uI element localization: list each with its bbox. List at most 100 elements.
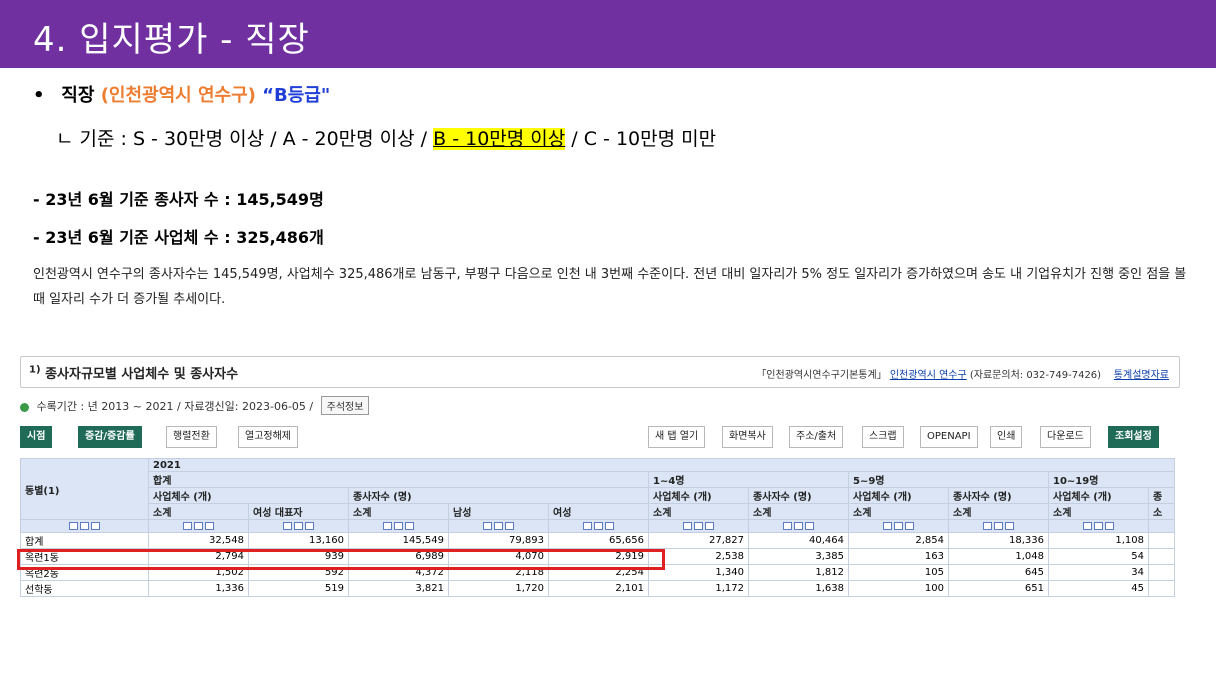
table-cell: 2,854 [848, 532, 949, 549]
table-cell: 13,160 [248, 532, 349, 549]
sort-controls[interactable] [548, 519, 649, 533]
table-cell [1148, 580, 1175, 597]
table-cell: 1,172 [648, 580, 749, 597]
bullet-dot: • [33, 85, 45, 106]
column-header: 소계 [948, 503, 1049, 520]
subgroup-header: 사업체수 (개) [648, 487, 749, 504]
table-cell: 79,893 [448, 532, 549, 549]
period-button[interactable]: 시점 [20, 426, 53, 448]
pivot-button[interactable]: 행렬전환 [166, 426, 217, 448]
toolbar: 시점 증감/증감률 행렬전환 열고정해제 새 탭 열기 화면복사 주소/출처 스… [20, 426, 1180, 448]
year-header: 2021 [148, 458, 1175, 472]
criteria-prefix: ㄴ 기준 : S - 30만명 이상 / A - 20만명 이상 / [56, 128, 428, 150]
table-cell [1148, 548, 1175, 565]
source-contact: (자료문의처: 032-749-7426) [969, 370, 1102, 381]
sort-controls[interactable] [248, 519, 349, 533]
table-cell: 27,827 [648, 532, 749, 549]
table-cell: 2,101 [548, 580, 649, 597]
sort-controls[interactable] [1048, 519, 1149, 533]
subgroup-header: 사업체수 (개) [1048, 487, 1149, 504]
column-header: 소계 [648, 503, 749, 520]
unfreeze-button[interactable]: 열고정해제 [238, 426, 298, 448]
total-row-highlight [17, 549, 665, 570]
openapi-button[interactable]: OPENAPI [920, 426, 978, 448]
description-link[interactable]: 통계설명자료 [1114, 370, 1169, 381]
panel-header: 1) 종사자규모별 사업체수 및 종사자수 「인천광역시연수구기본통계」 인천광… [20, 356, 1180, 388]
sort-controls[interactable] [348, 519, 449, 533]
stats-table: 동별(1) 2021 합계 1~4명 5~9명 10~19명 사업체수 (개) … [20, 458, 1175, 597]
query-settings-button[interactable]: 조회설정 [1108, 426, 1159, 448]
address-button[interactable]: 주소/출처 [789, 426, 844, 448]
group-header: 합계 [148, 471, 649, 488]
table-cell: 519 [248, 580, 349, 597]
panel-title-text: 종사자규모별 사업체수 및 종사자수 [45, 367, 239, 382]
note-button[interactable]: 주석정보 [320, 396, 370, 415]
change-rate-button[interactable]: 증감/증감률 [78, 426, 142, 448]
table-cell: 163 [848, 548, 949, 565]
table-cell: 1,048 [948, 548, 1049, 565]
criteria-suffix: / C - 10만명 미만 [571, 128, 717, 150]
column-header: 여성 대표자 [248, 503, 349, 520]
sort-controls[interactable] [648, 519, 749, 533]
column-header: 남성 [448, 503, 549, 520]
title-bar: 4. 입지평가 - 직장 [0, 0, 1216, 68]
bullet-label: 직장 [61, 85, 95, 106]
column-header: 여성 [548, 503, 649, 520]
table-cell: 1,812 [748, 564, 849, 581]
table-row: 선학동 1,336 519 3,821 1,720 2,101 1,172 1,638 100 6… [20, 580, 1175, 597]
table-cell: 1,336 [148, 580, 249, 597]
source-book: 「인천광역시연수구기본통계」 [756, 370, 887, 381]
period-icon [20, 402, 29, 412]
column-header: 소계 [848, 503, 949, 520]
table-cell: 40,464 [748, 532, 849, 549]
group-header: 10~19명 [1048, 471, 1175, 488]
sort-controls[interactable] [948, 519, 1049, 533]
print-button[interactable]: 인쇄 [990, 426, 1023, 448]
table-cell: 145,549 [348, 532, 449, 549]
summary-paragraph: 인천광역시 연수구의 종사자수는 145,549명, 사업체수 325,486개… [33, 267, 1187, 307]
column-header: 소계 [348, 503, 449, 520]
subgroup-header: 종 [1148, 487, 1175, 504]
table-row: 합계 32,548 13,160 145,549 79,893 65,656 27,827 4… [20, 532, 1175, 549]
sort-controls[interactable] [20, 519, 149, 533]
sort-controls[interactable] [848, 519, 949, 533]
table-cell: 34 [1048, 564, 1149, 581]
table-cell [1148, 564, 1175, 581]
screen-copy-button[interactable]: 화면복사 [722, 426, 773, 448]
table-cell: 18,336 [948, 532, 1049, 549]
subgroup-header: 종사자수 (명) [948, 487, 1049, 504]
table-cell: 105 [848, 564, 949, 581]
scrap-button[interactable]: 스크랩 [862, 426, 904, 448]
subgroup-header: 종사자수 (명) [348, 487, 649, 504]
sort-controls[interactable] [448, 519, 549, 533]
table-cell [1148, 532, 1175, 549]
sort-controls[interactable] [748, 519, 849, 533]
table-cell: 1,720 [448, 580, 549, 597]
stat-workers: - 23년 6월 기준 종사자 수 : 145,549명 [33, 190, 324, 209]
table-cell: 1,638 [748, 580, 849, 597]
subgroup-header: 사업체수 (개) [848, 487, 949, 504]
panel-source: 「인천광역시연수구기본통계」 인천광역시 연수구 (자료문의처: 032-749… [756, 366, 1169, 381]
sort-controls [1148, 519, 1175, 533]
period-info: 수록기간 : 년 2013 ~ 2021 / 자료갱신일: 2023-06-05… [20, 396, 370, 415]
bullet-region: (인천광역시 연수구) [100, 85, 256, 106]
sort-controls[interactable] [148, 519, 249, 533]
row-label: 선학동 [20, 580, 149, 597]
source-org-link[interactable]: 인천광역시 연수구 [890, 370, 967, 381]
new-tab-button[interactable]: 새 탭 열기 [648, 426, 706, 448]
panel-title-sup: 1) [29, 364, 41, 376]
table-cell: 3,385 [748, 548, 849, 565]
table-cell: 32,548 [148, 532, 249, 549]
table-cell: 651 [948, 580, 1049, 597]
sort-row [20, 519, 1175, 533]
column-header: 소계 [1048, 503, 1149, 520]
table-cell: 65,656 [548, 532, 649, 549]
period-text: 수록기간 : 년 2013 ~ 2021 / 자료갱신일: 2023-06-05… [36, 400, 314, 413]
group-header: 1~4명 [648, 471, 849, 488]
criteria-line: ㄴ 기준 : S - 30만명 이상 / A - 20만명 이상 / B - 1… [56, 124, 716, 151]
table-cell: 645 [948, 564, 1049, 581]
row-label: 합계 [20, 532, 149, 549]
stat-businesses: - 23년 6월 기준 사업체 수 : 325,486개 [33, 228, 324, 247]
download-button[interactable]: 다운로드 [1040, 426, 1091, 448]
bullet-heading: • 직장 (인천광역시 연수구) “B등급" [33, 81, 330, 107]
